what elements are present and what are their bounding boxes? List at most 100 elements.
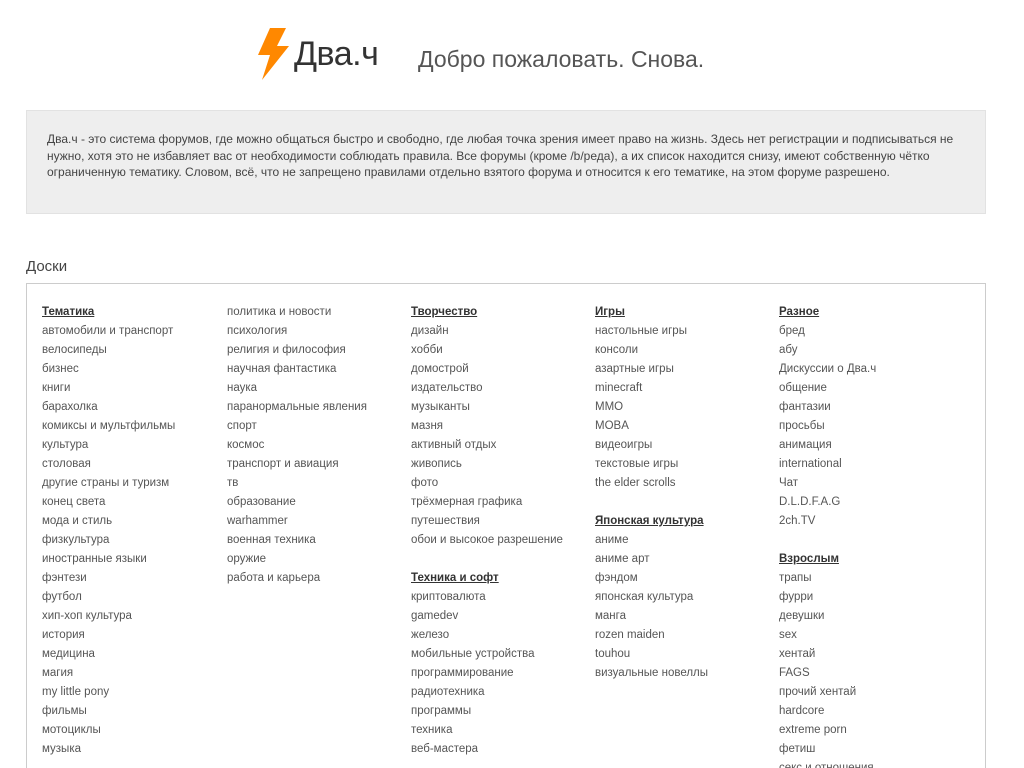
board-link[interactable]: хобби (411, 341, 591, 360)
board-link[interactable]: велосипеды (42, 341, 222, 360)
board-link[interactable]: оружие (227, 550, 407, 569)
board-link[interactable]: живопись (411, 455, 591, 474)
board-link[interactable]: медицина (42, 645, 222, 664)
board-link[interactable]: путешествия (411, 512, 591, 531)
board-link[interactable]: секс и отношения (779, 759, 959, 768)
board-link[interactable]: домострой (411, 360, 591, 379)
board-link[interactable]: манга (595, 607, 775, 626)
board-link[interactable]: иностранные языки (42, 550, 222, 569)
board-link[interactable]: warhammer (227, 512, 407, 531)
board-link[interactable]: фото (411, 474, 591, 493)
board-link[interactable]: общение (779, 379, 959, 398)
board-link[interactable]: консоли (595, 341, 775, 360)
board-link[interactable]: фэндом (595, 569, 775, 588)
board-link[interactable]: автомобили и транспорт (42, 322, 222, 341)
board-link[interactable]: FAGS (779, 664, 959, 683)
board-link[interactable]: rozen maiden (595, 626, 775, 645)
board-link[interactable]: история (42, 626, 222, 645)
board-link[interactable]: фэнтези (42, 569, 222, 588)
site-logo-text[interactable]: Два.ч (294, 34, 379, 74)
board-link[interactable]: работа и карьера (227, 569, 407, 588)
board-link[interactable]: активный отдых (411, 436, 591, 455)
board-link[interactable]: политика и новости (227, 303, 407, 322)
board-link[interactable]: хип-хоп культура (42, 607, 222, 626)
board-link[interactable]: культура (42, 436, 222, 455)
board-link[interactable]: extreme porn (779, 721, 959, 740)
board-link[interactable]: touhou (595, 645, 775, 664)
board-link[interactable]: психология (227, 322, 407, 341)
board-link[interactable]: японская культура (595, 588, 775, 607)
board-link[interactable]: физкультура (42, 531, 222, 550)
board-link[interactable]: книги (42, 379, 222, 398)
board-link[interactable]: конец света (42, 493, 222, 512)
board-link[interactable]: Дискуссии о Два.ч (779, 360, 959, 379)
board-link[interactable]: другие страны и туризм (42, 474, 222, 493)
board-link[interactable]: D.L.D.F.A.G (779, 493, 959, 512)
board-link[interactable]: визуальные новеллы (595, 664, 775, 683)
board-link[interactable]: наука (227, 379, 407, 398)
board-link[interactable]: барахолка (42, 398, 222, 417)
board-link[interactable]: тв (227, 474, 407, 493)
board-link[interactable]: international (779, 455, 959, 474)
board-link[interactable]: hardcore (779, 702, 959, 721)
board-link[interactable]: мазня (411, 417, 591, 436)
board-link[interactable]: музыканты (411, 398, 591, 417)
board-link[interactable]: военная техника (227, 531, 407, 550)
board-link[interactable]: мотоциклы (42, 721, 222, 740)
lightning-bolt-icon[interactable] (256, 28, 290, 80)
board-link[interactable]: техника (411, 721, 591, 740)
board-link[interactable]: настольные игры (595, 322, 775, 341)
board-link[interactable]: программы (411, 702, 591, 721)
board-link[interactable]: футбол (42, 588, 222, 607)
board-link[interactable]: космос (227, 436, 407, 455)
board-link[interactable]: дизайн (411, 322, 591, 341)
board-link[interactable]: sex (779, 626, 959, 645)
board-link[interactable]: gamedev (411, 607, 591, 626)
board-link[interactable]: трапы (779, 569, 959, 588)
board-link[interactable]: фантазии (779, 398, 959, 417)
board-link[interactable]: прочий хентай (779, 683, 959, 702)
board-link[interactable]: my little pony (42, 683, 222, 702)
board-link[interactable]: радиотехника (411, 683, 591, 702)
board-link[interactable]: фурри (779, 588, 959, 607)
board-link[interactable]: музыка (42, 740, 222, 759)
board-link[interactable]: видеоигры (595, 436, 775, 455)
board-link[interactable]: девушки (779, 607, 959, 626)
board-link[interactable]: железо (411, 626, 591, 645)
board-link[interactable]: фильмы (42, 702, 222, 721)
board-link[interactable]: абу (779, 341, 959, 360)
board-link[interactable]: паранормальные явления (227, 398, 407, 417)
board-link[interactable]: the elder scrolls (595, 474, 775, 493)
board-link[interactable]: 2ch.TV (779, 512, 959, 531)
board-link[interactable]: веб-мастера (411, 740, 591, 759)
board-link[interactable]: транспорт и авиация (227, 455, 407, 474)
board-link[interactable]: обои и высокое разрешение (411, 531, 591, 550)
board-link[interactable]: мобильные устройства (411, 645, 591, 664)
board-link[interactable]: аниме (595, 531, 775, 550)
board-link[interactable]: религия и философия (227, 341, 407, 360)
board-link[interactable]: MOBA (595, 417, 775, 436)
board-link[interactable]: MMO (595, 398, 775, 417)
board-link[interactable]: криптовалюта (411, 588, 591, 607)
board-link[interactable]: просьбы (779, 417, 959, 436)
board-link[interactable]: образование (227, 493, 407, 512)
board-link[interactable]: текстовые игры (595, 455, 775, 474)
board-link[interactable]: фетиш (779, 740, 959, 759)
board-link[interactable]: издательство (411, 379, 591, 398)
board-link[interactable]: хентай (779, 645, 959, 664)
board-link[interactable]: аниме арт (595, 550, 775, 569)
board-link[interactable]: minecraft (595, 379, 775, 398)
board-link[interactable]: научная фантастика (227, 360, 407, 379)
board-link[interactable]: трёхмерная графика (411, 493, 591, 512)
board-link[interactable]: спорт (227, 417, 407, 436)
board-link[interactable]: программирование (411, 664, 591, 683)
board-link[interactable]: азартные игры (595, 360, 775, 379)
board-link[interactable]: комиксы и мультфильмы (42, 417, 222, 436)
board-link[interactable]: столовая (42, 455, 222, 474)
board-link[interactable]: бред (779, 322, 959, 341)
board-link[interactable]: Чат (779, 474, 959, 493)
board-link[interactable]: мода и стиль (42, 512, 222, 531)
board-link[interactable]: бизнес (42, 360, 222, 379)
board-link[interactable]: анимация (779, 436, 959, 455)
board-link[interactable]: магия (42, 664, 222, 683)
